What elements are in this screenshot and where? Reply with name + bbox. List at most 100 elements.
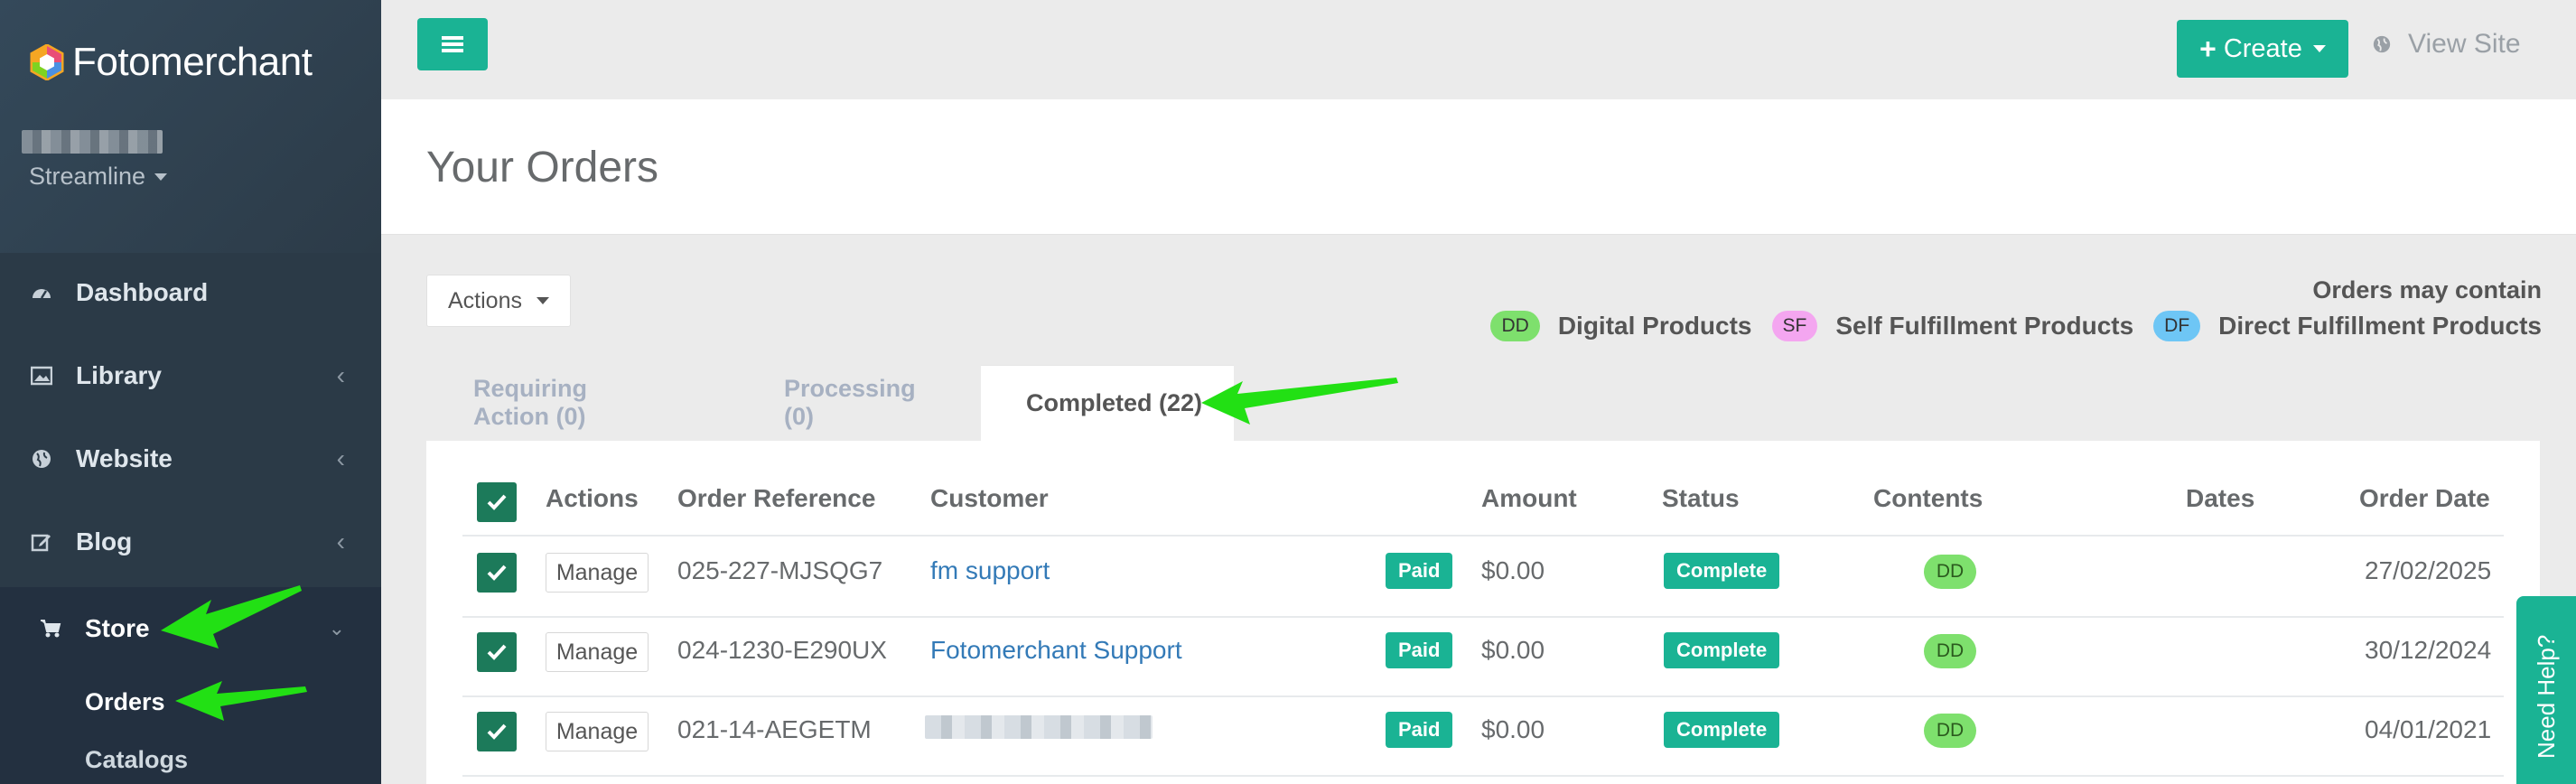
create-label: Create	[2223, 33, 2302, 63]
sidebar-item-label: Blog	[76, 527, 133, 555]
workspace-label: Streamline	[29, 163, 146, 190]
check-icon	[487, 494, 507, 510]
image-icon	[31, 365, 52, 387]
edit-icon	[31, 531, 52, 553]
tab-completed[interactable]: Completed (22)	[981, 365, 1234, 441]
order-amount: $0.00	[1481, 636, 1545, 664]
store-submenu: Orders Catalogs	[0, 670, 381, 784]
table-header-divider	[462, 535, 2504, 537]
product-type-legend: DD Digital Products SF Self Fulfillment …	[1490, 311, 2542, 341]
order-amount: $0.00	[1481, 715, 1545, 743]
sidebar-item-label: Library	[76, 361, 162, 389]
page-header: Your Orders	[381, 99, 2576, 235]
contents-dd-badge: DD	[1924, 555, 1976, 589]
order-reference: 024-1230-E290UX	[677, 636, 887, 664]
customer-name-redacted[interactable]	[925, 715, 1153, 739]
view-site-label: View Site	[2408, 29, 2521, 59]
check-icon	[487, 565, 507, 581]
order-reference: 021-14-AEGETM	[677, 715, 872, 743]
sidebar-item-label: Website	[76, 444, 173, 472]
column-header-status[interactable]: Status	[1662, 484, 1740, 513]
globe-icon	[31, 448, 52, 470]
legend-label-self-fulfillment: Self Fulfillment Products	[1835, 312, 2134, 340]
order-reference: 025-227-MJSQG7	[677, 556, 883, 584]
column-header-contents: Contents	[1873, 484, 1983, 512]
sidebar-subitem-orders[interactable]: Orders	[85, 688, 165, 716]
order-status-badge: Complete	[1664, 632, 1780, 668]
column-header-dates: Dates	[2186, 484, 2255, 512]
row-divider	[462, 695, 2504, 697]
column-header-order-reference[interactable]: Order Reference	[677, 484, 875, 513]
sidebar-item-label: Store	[85, 614, 150, 642]
contents-dd-badge: DD	[1924, 634, 1976, 668]
payment-status-badge: Paid	[1386, 553, 1453, 589]
order-amount: $0.00	[1481, 556, 1545, 584]
legend-label-direct-fulfillment: Direct Fulfillment Products	[2218, 312, 2542, 340]
order-status-badge: Complete	[1664, 553, 1780, 589]
sidebar-subitem-catalogs[interactable]: Catalogs	[85, 746, 188, 774]
manage-button[interactable]: Manage	[546, 712, 649, 751]
view-site-link[interactable]: View Site	[2372, 29, 2521, 60]
sidebar-item-library[interactable]: Library ‹	[0, 334, 381, 417]
sidebar: Fotomerchant Streamline Dashboard Librar…	[0, 0, 381, 784]
workspace-switcher[interactable]: Streamline	[29, 163, 168, 191]
check-icon	[487, 723, 507, 740]
cart-icon	[40, 618, 61, 639]
row-checkbox[interactable]	[477, 553, 517, 593]
sidebar-item-label: Dashboard	[76, 278, 209, 306]
hamburger-icon	[442, 33, 463, 55]
caret-down-icon	[154, 173, 168, 181]
select-all-checkbox[interactable]	[477, 482, 517, 522]
row-divider	[462, 775, 2504, 777]
tab-requiring-action[interactable]: Requiring Action (0)	[473, 365, 587, 441]
actions-dropdown[interactable]: Actions	[426, 275, 571, 327]
legend-title: Orders may contain	[2312, 276, 2542, 303]
menu-toggle-button[interactable]	[417, 18, 488, 70]
dashboard-icon	[31, 282, 52, 303]
sidebar-item-website[interactable]: Website ‹	[0, 417, 381, 500]
df-badge: DF	[2153, 311, 2201, 341]
sidebar-item-dashboard[interactable]: Dashboard	[0, 251, 381, 334]
manage-button[interactable]: Manage	[546, 553, 649, 593]
column-header-customer[interactable]: Customer	[930, 484, 1049, 513]
chevron-down-icon: ⌄	[328, 617, 345, 639]
sidebar-item-store[interactable]: Store ⌄	[0, 587, 381, 670]
brand-logo[interactable]: Fotomerchant	[29, 40, 313, 85]
customer-link[interactable]: Fotomerchant Support	[930, 636, 1182, 665]
globe-icon	[2373, 35, 2391, 53]
row-divider	[462, 616, 2504, 618]
dd-badge: DD	[1490, 311, 1540, 341]
user-name-redacted	[22, 130, 163, 154]
sidebar-item-blog[interactable]: Blog ‹	[0, 500, 381, 583]
row-checkbox[interactable]	[477, 632, 517, 672]
create-button[interactable]: + Create	[2177, 20, 2348, 78]
top-navbar: + Create View Site	[381, 0, 2576, 99]
need-help-tab[interactable]: Need Help?	[2516, 596, 2576, 784]
order-status-badge: Complete	[1664, 712, 1780, 748]
payment-status-badge: Paid	[1386, 712, 1453, 748]
contents-dd-badge: DD	[1924, 714, 1976, 748]
payment-status-badge: Paid	[1386, 632, 1453, 668]
actions-dropdown-label: Actions	[448, 287, 522, 313]
chevron-left-icon: ‹	[336, 527, 345, 555]
legend-label-digital: Digital Products	[1557, 312, 1752, 340]
plus-icon: +	[2199, 32, 2217, 65]
row-checkbox[interactable]	[477, 712, 517, 751]
column-header-order-date[interactable]: Order Date	[2359, 484, 2490, 513]
column-header-amount[interactable]: Amount	[1481, 484, 1577, 513]
check-icon	[487, 644, 507, 660]
order-date: 30/12/2024	[2365, 636, 2492, 664]
chevron-left-icon: ‹	[336, 444, 345, 472]
order-date: 04/01/2021	[2365, 715, 2492, 743]
brand-name: Fotomerchant	[72, 40, 313, 84]
sf-badge: SF	[1771, 311, 1818, 341]
sidebar-brand-area: Fotomerchant Streamline	[0, 0, 381, 253]
customer-link[interactable]: fm support	[930, 556, 1050, 585]
caret-down-icon	[536, 297, 549, 304]
need-help-label: Need Help?	[2533, 634, 2560, 759]
manage-button[interactable]: Manage	[546, 632, 649, 672]
caret-down-icon	[2312, 45, 2326, 52]
tab-processing[interactable]: Processing (0)	[784, 365, 916, 441]
column-header-actions: Actions	[546, 484, 639, 512]
order-date: 27/02/2025	[2365, 556, 2492, 584]
